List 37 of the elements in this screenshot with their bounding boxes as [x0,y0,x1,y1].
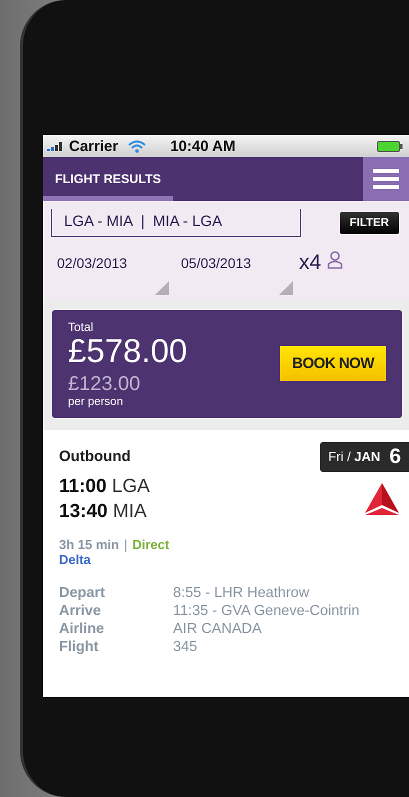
passengers-field[interactable]: x4 [299,247,344,295]
detail-value: 11:35 - GVA Geneve-Cointrin [173,602,360,619]
date-text: Fri / JAN [328,449,380,464]
detail-value: 345 [173,638,198,655]
departure-line: 11:00 LGA [59,474,150,499]
clock-time: 10:40 AM [170,138,236,154]
detail-label: Arrive [59,602,102,619]
triangle-logo-icon [365,483,399,516]
detail-label: Flight [59,638,100,655]
route-field[interactable]: LGA - MIA | MIA - LGA [51,209,301,237]
per-person-label: per person [68,396,124,408]
filter-button[interactable]: FILTER [340,212,399,234]
stops-label: Direct [132,536,170,552]
date-number: 6 [389,444,401,469]
duration: 3h 15 min [59,536,119,552]
book-now-button[interactable]: BOOK NOW [280,346,386,382]
signal-icon [47,141,65,151]
detail-value: 8:55 - LHR Heathrow [173,584,310,601]
direction-label: Outbound [59,448,131,466]
date-field[interactable]: 05/03/2013 [175,247,299,295]
date-field[interactable]: 02/03/2013 [51,247,175,295]
detail-label: Depart [59,584,106,601]
battery-icon [377,140,403,152]
menu-button[interactable] [363,157,409,201]
carrier-name: Carrier [69,138,118,154]
detail-value: AIR CANADA [173,620,263,637]
passenger-count: x4 [299,251,322,275]
airline-name: Delta [59,552,92,567]
wifi-icon [128,140,146,152]
menu-icon [373,169,399,189]
person-icon [327,251,344,269]
detail-label: Airline [59,620,106,637]
per-person-price: £123.00 [68,372,142,396]
arrival-line: 13:40 MIA [59,500,148,524]
total-price: £578.00 [68,334,188,369]
total-label: Total [68,320,94,334]
separator: | [124,536,128,552]
